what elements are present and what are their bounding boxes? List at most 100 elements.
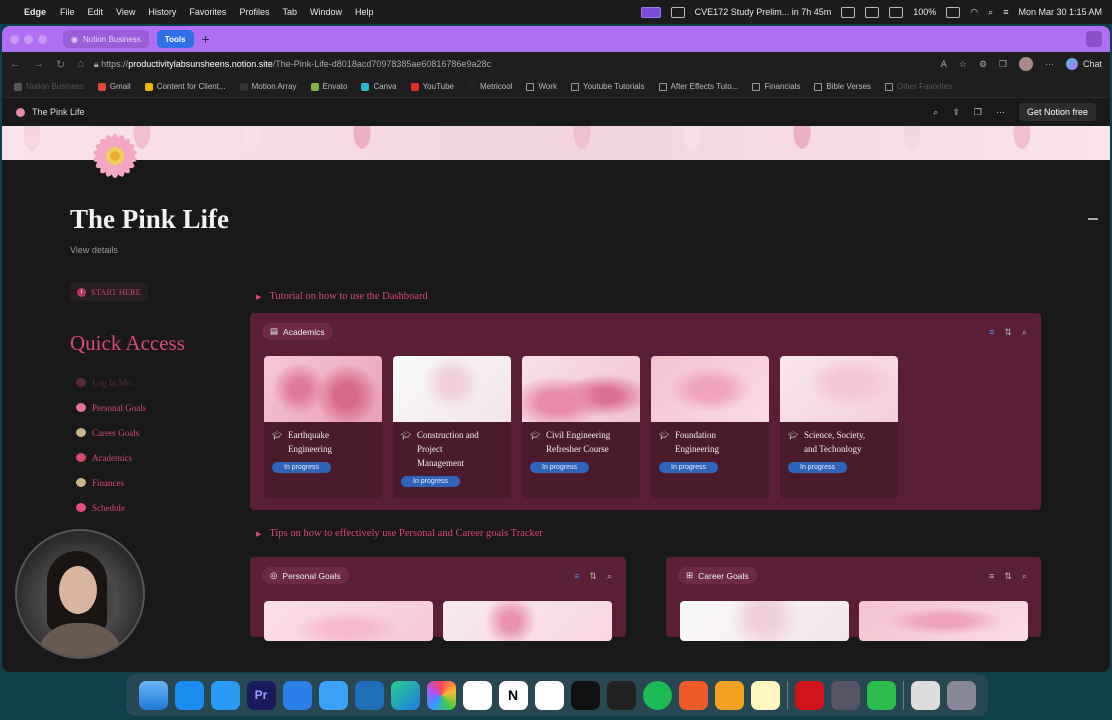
bookmark-item[interactable]: Work xyxy=(526,82,557,91)
terminal-icon[interactable] xyxy=(606,680,636,710)
personal-goals-view-tab[interactable]: ◎ Personal Goals xyxy=(262,567,349,584)
gallery-card[interactable] xyxy=(443,601,612,641)
bookmark-item[interactable]: Financials xyxy=(752,82,800,91)
calendar-icon[interactable] xyxy=(534,680,564,710)
bookmark-item[interactable]: Envato xyxy=(310,82,347,91)
copilot-chat-button[interactable]: Chat xyxy=(1065,58,1102,70)
menu-help[interactable]: Help xyxy=(355,7,374,17)
finder-icon[interactable] xyxy=(138,680,168,710)
quick-access-item[interactable]: Career Goals xyxy=(76,420,146,445)
control-center-icon[interactable]: ≡ xyxy=(1003,7,1008,17)
zoom-window-button[interactable] xyxy=(38,34,47,44)
career-goals-view-tab[interactable]: ⊞ Career Goals xyxy=(678,567,757,584)
search-icon[interactable]: ⌕ xyxy=(933,107,938,118)
bookmark-item[interactable]: Metricool xyxy=(468,82,512,91)
db-search-icon[interactable]: ⌕ xyxy=(1022,327,1027,338)
premiere-icon[interactable]: Pr xyxy=(246,680,276,710)
filter-icon[interactable]: ≡ xyxy=(574,571,579,582)
profile-avatar[interactable] xyxy=(1018,57,1033,71)
numbers-icon[interactable] xyxy=(866,680,896,710)
sort-icon[interactable]: ⇅ xyxy=(589,571,597,582)
academic-course-card[interactable]: 🎓︎ Foundation Engineering In progress xyxy=(651,356,769,498)
bookmark-item[interactable]: Other Favorites xyxy=(884,82,952,91)
back-arrow-icon[interactable]: ← xyxy=(10,58,21,71)
db-search-icon[interactable]: ⌕ xyxy=(1022,571,1027,582)
menu-view[interactable]: View xyxy=(116,7,135,17)
bookmark-item[interactable]: Bible Verses xyxy=(814,82,871,91)
bookmark-item[interactable]: YouTube xyxy=(410,82,454,91)
menu-tab[interactable]: Tab xyxy=(282,7,297,17)
claude-icon[interactable] xyxy=(678,680,708,710)
preview-icon[interactable] xyxy=(830,680,860,710)
keynote-icon[interactable] xyxy=(210,680,240,710)
wifi-icon[interactable]: ◠ xyxy=(970,7,978,18)
gallery-card[interactable] xyxy=(859,601,1028,641)
quick-access-item[interactable]: Academics xyxy=(76,445,146,470)
toggle-goals-tips[interactable]: ▶ Tips on how to effectively use Persona… xyxy=(256,528,543,539)
academic-course-card[interactable]: 🎓︎ Science, Society, and Techonlogy In prog… xyxy=(780,356,898,498)
refresh-icon[interactable]: ↻ xyxy=(56,58,65,71)
db-search-icon[interactable]: ⌕ xyxy=(607,571,612,582)
filter-icon[interactable]: ≡ xyxy=(989,327,994,338)
collections-icon[interactable]: ❐ xyxy=(999,59,1007,70)
vpn-icon[interactable] xyxy=(889,6,904,18)
forward-arrow-icon[interactable]: → xyxy=(33,58,44,71)
more-icon[interactable]: ⋯ xyxy=(1045,59,1054,70)
get-notion-free-button[interactable]: Get Notion free xyxy=(1018,103,1096,121)
workspace-tab[interactable]: ◉ Notion Business xyxy=(63,30,149,48)
spotify-icon[interactable] xyxy=(642,680,672,710)
trash-icon[interactable] xyxy=(946,680,976,710)
breadcrumb[interactable]: The Pink Life xyxy=(32,107,85,117)
read-aloud-icon[interactable]: A xyxy=(941,59,947,69)
view-details-link[interactable]: View details xyxy=(70,245,118,255)
url-field[interactable]: 🔒︎ https://productivitylabsunsheens.noti… xyxy=(94,59,931,70)
academic-course-card[interactable]: 🎓︎ Earthquake Engineering In progress xyxy=(264,356,382,498)
quick-access-item[interactable]: Finances xyxy=(76,470,146,495)
minimize-window-button[interactable] xyxy=(24,34,33,44)
academics-view-tab[interactable]: ▤ Academics xyxy=(262,323,333,340)
menubar-datetime[interactable]: Mon Mar 30 1:15 AM xyxy=(1018,7,1102,17)
tab-tools[interactable]: Tools xyxy=(156,30,194,48)
safari-icon[interactable] xyxy=(318,680,348,710)
menu-window[interactable]: Window xyxy=(310,7,342,17)
sort-icon[interactable]: ⇅ xyxy=(1004,327,1012,338)
filter-icon[interactable]: ≡ xyxy=(989,571,994,582)
menu-edit[interactable]: Edit xyxy=(88,7,104,17)
menu-history[interactable]: History xyxy=(148,7,176,17)
bookmark-item[interactable]: Content for Client... xyxy=(144,82,226,91)
bookmark-item[interactable]: Gmail xyxy=(97,82,131,91)
bookmark-item[interactable]: Youtube Tutorials xyxy=(570,82,645,91)
gallery-card[interactable] xyxy=(264,601,433,641)
start-here-button[interactable]: i START HERE xyxy=(70,283,148,301)
close-window-button[interactable] xyxy=(10,34,19,44)
bookmark-item[interactable]: Canva xyxy=(361,82,397,91)
sidebar-toggle-button[interactable] xyxy=(1086,31,1102,47)
table-of-contents-icon[interactable] xyxy=(1088,218,1098,220)
quick-access-item[interactable]: Personal Goals xyxy=(76,395,146,420)
battery-percent[interactable]: 100% xyxy=(913,7,936,17)
quick-access-item[interactable]: Log In Mo... xyxy=(76,370,146,395)
notion-menu-icon[interactable] xyxy=(865,6,880,18)
duplicate-icon[interactable]: ❐ xyxy=(974,107,982,118)
screen-record-icon[interactable] xyxy=(640,6,661,18)
share-icon[interactable]: ⇪ xyxy=(952,107,960,118)
menu-file[interactable]: File xyxy=(60,7,75,17)
downloads-icon[interactable] xyxy=(910,680,940,710)
pages-icon[interactable] xyxy=(714,680,744,710)
sort-icon[interactable]: ⇅ xyxy=(1004,571,1012,582)
gallery-card[interactable] xyxy=(680,601,849,641)
menu-profiles[interactable]: Profiles xyxy=(239,7,269,17)
system-settings-icon[interactable] xyxy=(282,680,312,710)
acrobat-icon[interactable] xyxy=(794,680,824,710)
photos-icon[interactable] xyxy=(426,680,456,710)
search-icon[interactable]: ⌕ xyxy=(988,7,993,18)
academic-course-card[interactable]: 🎓︎ Civil Engineering Refresher Course In pr… xyxy=(522,356,640,498)
edge-icon[interactable] xyxy=(390,680,420,710)
slack-icon[interactable] xyxy=(462,680,492,710)
quick-access-item[interactable]: Schedule xyxy=(76,495,146,520)
menubar-app-name[interactable]: Edge xyxy=(24,7,46,17)
menu-favorites[interactable]: Favorites xyxy=(189,7,226,17)
notes-icon[interactable] xyxy=(750,680,780,710)
calendar-reminder-text[interactable]: CVE172 Study Prelim... in 7h 45m xyxy=(695,7,832,17)
more-options-icon[interactable]: ⋯ xyxy=(996,107,1005,118)
